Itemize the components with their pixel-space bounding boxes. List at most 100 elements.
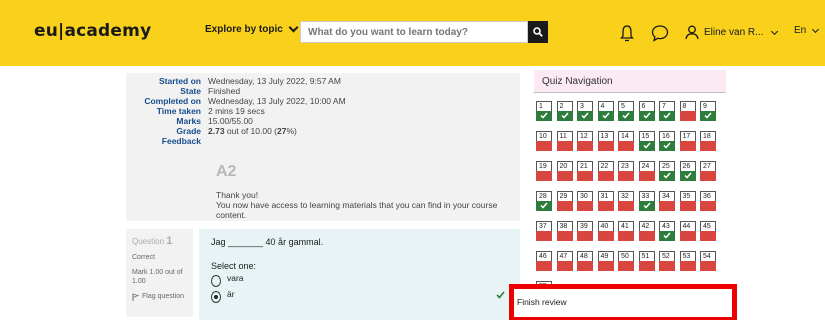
quiz-nav-question-14[interactable]: 14	[618, 131, 634, 151]
quiz-nav-question-28[interactable]: 28	[536, 191, 552, 211]
quiz-nav-question-3[interactable]: 3	[577, 101, 593, 121]
quiz-nav-question-number: 1	[536, 101, 552, 111]
finish-review-link[interactable]: Finish review	[517, 297, 567, 307]
quiz-nav-question-32[interactable]: 32	[618, 191, 634, 211]
quiz-nav-question-43[interactable]: 43	[659, 221, 675, 241]
quiz-nav-question-1[interactable]: 1	[536, 101, 552, 121]
quiz-nav-question-45[interactable]: 45	[700, 221, 716, 241]
quiz-nav-question-42[interactable]: 42	[638, 221, 655, 241]
quiz-nav-question-11[interactable]: 11	[556, 131, 573, 151]
search-input[interactable]	[300, 21, 528, 43]
quiz-nav-question-18[interactable]: 18	[700, 131, 716, 151]
quiz-nav-question-25[interactable]: 25	[659, 161, 675, 181]
quiz-nav-question-34[interactable]: 34	[659, 191, 675, 211]
quiz-nav-question-number: 43	[659, 221, 675, 231]
incorrect-status	[536, 231, 552, 241]
check-icon	[540, 112, 548, 119]
quiz-nav-question-40[interactable]: 40	[597, 221, 614, 241]
quiz-nav-question-31[interactable]: 31	[597, 191, 614, 211]
incorrect-status	[597, 261, 614, 271]
quiz-nav-question-48[interactable]: 48	[577, 251, 593, 271]
quiz-nav-question-37[interactable]: 37	[536, 221, 552, 241]
quiz-nav-question-50[interactable]: 50	[618, 251, 634, 271]
incorrect-status	[638, 171, 655, 181]
quiz-nav-question-4[interactable]: 4	[597, 101, 614, 121]
quiz-nav-question-39[interactable]: 39	[577, 221, 593, 241]
incorrect-status	[556, 201, 573, 211]
flag-question-label: Flag question	[142, 293, 185, 300]
radio-button[interactable]	[211, 275, 221, 287]
quiz-nav-question-24[interactable]: 24	[638, 161, 655, 181]
quiz-nav-question-36[interactable]: 36	[700, 191, 716, 211]
quiz-nav-question-30[interactable]: 30	[577, 191, 593, 211]
quiz-nav-question-5[interactable]: 5	[618, 101, 634, 121]
quiz-nav-question-33[interactable]: 33	[638, 191, 655, 211]
radio-button-selected[interactable]	[211, 291, 221, 303]
correct-status	[679, 171, 696, 181]
quiz-nav-question-13[interactable]: 13	[597, 131, 614, 151]
quiz-nav-question-17[interactable]: 17	[679, 131, 696, 151]
quiz-nav-question-number: 26	[679, 161, 696, 171]
quiz-nav-question-15[interactable]: 15	[638, 131, 655, 151]
explore-by-topic-dropdown[interactable]: Explore by topic	[205, 22, 299, 35]
quiz-nav-question-27[interactable]: 27	[700, 161, 716, 181]
quiz-nav-question-38[interactable]: 38	[556, 221, 573, 241]
eu-academy-logo[interactable]: eu|academy	[34, 21, 151, 41]
summary-value: 15.00/55.00	[208, 116, 253, 126]
quiz-nav-question-41[interactable]: 41	[618, 221, 634, 241]
quiz-nav-question-number: 54	[700, 251, 716, 261]
notifications-button[interactable]	[620, 24, 634, 47]
quiz-nav-question-10[interactable]: 10	[536, 131, 552, 151]
answer-option-ar[interactable]: är	[211, 289, 508, 303]
question-info: Question 1 Correct Mark 1.00 out of 1.00…	[126, 229, 193, 317]
quiz-nav-question-47[interactable]: 47	[556, 251, 573, 271]
search-button[interactable]	[528, 21, 548, 43]
messages-button[interactable]	[651, 24, 669, 47]
quiz-nav-question-22[interactable]: 22	[597, 161, 614, 181]
quiz-nav-question-12[interactable]: 12	[577, 131, 593, 151]
quiz-nav-question-21[interactable]: 21	[577, 161, 593, 181]
answer-option-vara[interactable]: vara	[211, 273, 508, 287]
correct-status	[536, 111, 552, 121]
summary-row-grade: Grade 2.73 out of 10.00 (27%)	[126, 126, 520, 136]
quiz-nav-question-53[interactable]: 53	[679, 251, 696, 271]
quiz-nav-question-number: 21	[577, 161, 593, 171]
quiz-nav-question-number: 29	[556, 191, 573, 201]
quiz-nav-question-7[interactable]: 7	[659, 101, 675, 121]
correct-check-icon	[496, 291, 505, 299]
flag-question-button[interactable]: Flag question	[132, 293, 187, 301]
incorrect-status	[577, 261, 593, 271]
incorrect-status	[597, 171, 614, 181]
incorrect-status	[700, 141, 716, 151]
language-selector[interactable]: En	[794, 25, 820, 36]
incorrect-status	[597, 231, 614, 241]
quiz-nav-question-2[interactable]: 2	[556, 101, 573, 121]
quiz-nav-question-20[interactable]: 20	[556, 161, 573, 181]
quiz-nav-question-54[interactable]: 54	[700, 251, 716, 271]
quiz-nav-question-6[interactable]: 6	[638, 101, 655, 121]
quiz-nav-question-number: 13	[597, 131, 614, 141]
question-content: Jag _______ 40 år gammal. Select one: va…	[199, 229, 520, 320]
quiz-nav-question-16[interactable]: 16	[659, 131, 675, 151]
quiz-nav-question-23[interactable]: 23	[618, 161, 634, 181]
quiz-nav-question-number: 41	[618, 221, 634, 231]
quiz-nav-question-19[interactable]: 19	[536, 161, 552, 181]
quiz-nav-question-51[interactable]: 51	[638, 251, 655, 271]
summary-label: Time taken	[156, 106, 201, 116]
summary-row-state: State Finished	[126, 86, 520, 96]
quiz-nav-question-35[interactable]: 35	[679, 191, 696, 211]
quiz-nav-question-number: 46	[536, 251, 552, 261]
quiz-nav-question-49[interactable]: 49	[597, 251, 614, 271]
quiz-nav-question-26[interactable]: 26	[679, 161, 696, 181]
incorrect-status	[597, 201, 614, 211]
user-menu[interactable]: Eline van R...	[685, 25, 779, 40]
check-icon	[642, 202, 651, 209]
quiz-nav-question-8[interactable]: 8	[679, 101, 696, 121]
quiz-nav-question-9[interactable]: 9	[700, 101, 716, 121]
quiz-nav-question-52[interactable]: 52	[659, 251, 675, 271]
quiz-nav-question-46[interactable]: 46	[536, 251, 552, 271]
quiz-nav-question-44[interactable]: 44	[679, 221, 696, 241]
summary-label: Started on	[158, 76, 201, 86]
quiz-nav-question-29[interactable]: 29	[556, 191, 573, 211]
question-number-value: 1	[166, 235, 173, 247]
